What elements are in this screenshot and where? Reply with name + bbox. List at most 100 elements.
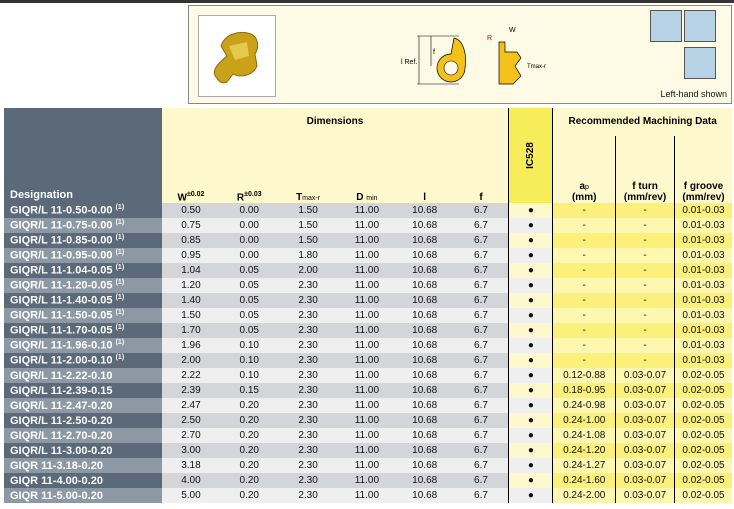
grade-availability-cell: ● [508,458,554,473]
grade-availability-cell: ● [508,203,554,218]
dmin-cell: 11.00 [337,353,396,368]
dmin-cell: 11.00 [337,248,396,263]
dmin-cell: 11.00 [337,293,396,308]
grade-label: IC528 [525,142,537,169]
footnote-marker: (1) [115,219,125,227]
dmin-cell: 11.00 [337,218,396,233]
designation-cell: GIQR/L 11-0.95-0.00 (1) [4,248,162,263]
insert-drawing: l Ref. f R W Tmax-r [401,27,546,85]
l-cell: 10.68 [395,218,454,233]
r-cell: 0.00 [220,203,279,218]
header-w: W±0.02 [161,136,221,203]
fturn-cell: 0.03-0.07 [615,428,675,443]
w-cell: 0.50 [161,203,221,218]
l-cell: 10.68 [395,398,454,413]
tmax-cell: 2.30 [278,383,338,398]
grade-availability-cell: ● [508,413,554,428]
designation-cell: GIQR/L 11-0.85-0.00 (1) [4,233,162,248]
header-t: Tmax-r [278,136,338,203]
designation-cell: GIQR/L 11-2.47-0.20 [4,398,162,413]
fturn-cell: - [615,353,675,368]
footnote-marker: (1) [115,234,125,242]
designation-cell: GIQR/L 11-2.70-0.20 [4,428,162,443]
insert-figure-box: l Ref. f R W Tmax-r Left-hand shown [188,5,732,104]
fgroove-cell: 0.01-0.03 [674,353,732,368]
fgroove-cell: 0.01-0.03 [674,263,732,278]
r-cell: 0.20 [220,458,279,473]
table-row: GIQR/L 11-2.22-0.10 2.22 0.10 2.30 11.00 10.6… [4,368,732,383]
r-cell: 0.20 [220,443,279,458]
footnote-marker: (1) [115,354,125,362]
grade-availability-cell: ● [508,488,554,503]
tmax-cell: 2.30 [278,458,338,473]
w-cell: 2.00 [161,353,221,368]
tmax-cell: 1.50 [278,218,338,233]
table-row: GIQR/L 11-0.95-0.00 (1) 0.95 0.00 1.80 11.00… [4,248,732,263]
r-cell: 0.05 [220,263,279,278]
designation-cell: GIQR/L 11-1.04-0.05 (1) [4,263,162,278]
dmin-cell: 11.00 [337,428,396,443]
table-row: GIQR/L 11-0.50-0.00 (1) 0.50 0.00 1.50 11.00… [4,203,732,218]
tmax-cell: 2.30 [278,278,338,293]
fturn-cell: - [615,218,675,233]
designation-cell: GIQR/L 11-2.39-0.15 [4,383,162,398]
l-cell: 10.68 [395,473,454,488]
fturn-cell: 0.03-0.07 [615,413,675,428]
designation-cell: GIQR/L 11-1.40-0.05 (1) [4,293,162,308]
designation-cell: GIQR/L 11-1.70-0.05 (1) [4,323,162,338]
catalog-page: l Ref. f R W Tmax-r Left-hand shown Desi… [0,0,734,509]
footnote-marker: (1) [115,324,125,332]
tmax-cell: 2.30 [278,368,338,383]
ap-cell: 0.18-0.95 [552,383,616,398]
fgroove-cell: 0.02-0.05 [674,383,732,398]
f-cell: 6.7 [453,458,509,473]
dmin-cell: 11.00 [337,488,396,503]
header-dimensions: Dimensions [161,108,509,136]
table-row: GIQR/L 11-0.75-0.00 (1) 0.75 0.00 1.50 11.00… [4,218,732,233]
f-cell: 6.7 [453,368,509,383]
l-cell: 10.68 [395,368,454,383]
tmax-cell: 2.30 [278,323,338,338]
dmin-cell: 11.00 [337,383,396,398]
l-cell: 10.68 [395,323,454,338]
r-cell: 0.05 [220,323,279,338]
fgroove-cell: 0.02-0.05 [674,458,732,473]
f-cell: 6.7 [453,218,509,233]
application-pictogram-grooving [684,10,716,42]
r-cell: 0.00 [220,248,279,263]
dmin-cell: 11.00 [337,278,396,293]
w-cell: 1.70 [161,323,221,338]
designation-cell: GIQR/L 11-0.50-0.00 (1) [4,203,162,218]
footnote-marker: (1) [115,249,125,257]
designation-cell: GIQR/L 11-1.96-0.10 (1) [4,338,162,353]
ap-cell: - [552,353,616,368]
header-fgroove: f groove (mm/rev) [674,136,732,203]
table-row: GIQR/L 11-1.04-0.05 (1) 1.04 0.05 2.00 11.00… [4,263,732,278]
table-row: GIQR 11-5.00-0.20 5.00 0.20 2.30 11.00 10.68 6… [4,488,732,503]
fgroove-cell: 0.02-0.05 [674,443,732,458]
w-cell: 1.50 [161,308,221,323]
ap-cell: - [552,278,616,293]
r-cell: 0.15 [220,383,279,398]
table-row: GIQR/L 11-1.20-0.05 (1) 1.20 0.05 2.30 11.00… [4,278,732,293]
w-cell: 0.95 [161,248,221,263]
f-cell: 6.7 [453,383,509,398]
w-cell: 1.40 [161,293,221,308]
tmax-cell: 1.50 [278,203,338,218]
fturn-cell: - [615,308,675,323]
fturn-cell: - [615,263,675,278]
table-row: GIQR 11-4.00-0.20 4.00 0.20 2.30 11.00 10.68 6… [4,473,732,488]
r-label: R [487,35,492,42]
tmax-cell: 2.30 [278,338,338,353]
l-cell: 10.68 [395,458,454,473]
designation-cell: GIQR/L 11-2.22-0.10 [4,368,162,383]
fturn-cell: 0.03-0.07 [615,488,675,503]
fturn-cell: - [615,203,675,218]
w-cell: 2.50 [161,413,221,428]
grade-availability-cell: ● [508,308,554,323]
l-cell: 10.68 [395,383,454,398]
fgroove-cell: 0.01-0.03 [674,323,732,338]
l-cell: 10.68 [395,443,454,458]
fturn-cell: - [615,278,675,293]
grade-availability-cell: ● [508,428,554,443]
